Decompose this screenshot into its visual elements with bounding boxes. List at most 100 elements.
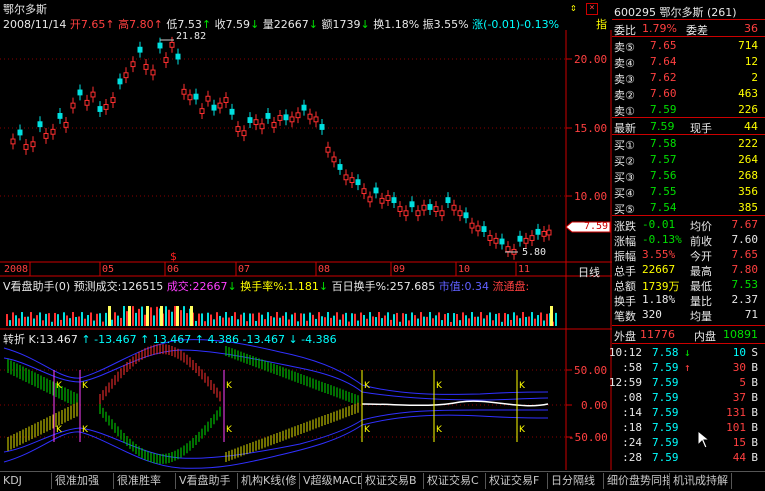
volume-panel-header: V看盘助手(0) 预测成交:126515 成交:22667↓ 换手率%:1.18… bbox=[3, 280, 530, 293]
tab-2[interactable]: 很准胜率 bbox=[114, 473, 176, 489]
tab-10[interactable]: 细价盘势同指 bbox=[604, 473, 670, 489]
stat-value: 1.18% bbox=[642, 293, 676, 306]
sell-volume: 226 bbox=[738, 103, 758, 116]
period-label[interactable]: 日线 bbox=[578, 264, 600, 280]
indicator-tab-bar: KDJ 很准加强 很准胜率 V看盘助手 机构K线(修 V超级MACD 权证交易B 权证交易C 权… bbox=[0, 471, 765, 491]
sell-volume: 463 bbox=[738, 87, 758, 100]
date-09: 09 bbox=[393, 264, 406, 275]
ind-y-0: 0.00 bbox=[581, 399, 608, 412]
stat-label: 涨跌 bbox=[614, 220, 636, 233]
tick-row: 10:12 7.58 ↓ 10 S bbox=[609, 346, 760, 361]
stat-value: 3.55% bbox=[642, 248, 676, 261]
stat-label: 均价 bbox=[690, 220, 712, 233]
indicator-title: 转折 bbox=[3, 333, 25, 346]
tab-8[interactable]: 权证交易F bbox=[486, 473, 548, 489]
tick-time: 12:59 bbox=[608, 376, 642, 389]
stat-value: 7.65 bbox=[731, 248, 759, 261]
stat-row: 涨跌 -0.01 均价 7.67 bbox=[614, 218, 760, 233]
tick-price: 7.59 bbox=[652, 376, 679, 389]
buy-row: 买④ 7.55 356 bbox=[614, 185, 760, 200]
indicator-lines: KKKKKKKKKKKK bbox=[3, 339, 549, 469]
tab-4[interactable]: 机构K线(修 bbox=[238, 473, 300, 489]
tick-row: :18 7.59 101 B bbox=[614, 421, 760, 436]
svg-text:K: K bbox=[519, 425, 526, 435]
y-label-10: 10.00 bbox=[574, 190, 608, 203]
event-marker-icon: $ bbox=[170, 250, 177, 263]
tick-price: 7.59 bbox=[652, 406, 679, 419]
tick-time: 10:12 bbox=[608, 346, 642, 359]
tick-side: B bbox=[751, 451, 758, 464]
price-chart[interactable]: $ KKKKKKKKKKKK bbox=[0, 30, 612, 471]
tick-row: :24 7.59 15 B bbox=[614, 436, 760, 451]
tick-price: 7.59 bbox=[652, 391, 679, 404]
stat-row: 涨幅 -0.13% 前收 7.60 bbox=[614, 233, 760, 248]
tick-volume: 15 bbox=[732, 436, 746, 449]
tick-row: :58 7.59 ↑ 30 B bbox=[614, 361, 760, 376]
tab-1[interactable]: 很准加强 bbox=[52, 473, 114, 489]
tick-volume: 30 bbox=[732, 361, 746, 374]
tab-5[interactable]: V超级MACD bbox=[300, 473, 362, 489]
buy-volume: 385 bbox=[738, 201, 758, 214]
mouse-cursor-icon bbox=[698, 431, 710, 449]
buy-price: 7.56 bbox=[650, 169, 677, 182]
buy-price: 7.57 bbox=[650, 153, 677, 166]
svg-text:K: K bbox=[56, 425, 63, 435]
low-marker-label: 5.80 bbox=[522, 247, 547, 258]
tick-side: S bbox=[751, 346, 758, 359]
sell-row: 卖⑤ 7.65 714 bbox=[614, 39, 760, 54]
sell-price: 7.60 bbox=[650, 87, 677, 100]
stat-value: 2.37 bbox=[731, 293, 759, 306]
svg-text:K: K bbox=[226, 425, 233, 435]
tick-price: 7.59 bbox=[652, 436, 679, 449]
high-marker-label: 21.82 bbox=[176, 31, 207, 42]
tab-6[interactable]: 权证交易B bbox=[362, 473, 424, 489]
indicator-values: ↑ -13.467 ↑ 13.467 ↑ 4.386 -13.467 ↓ -4.… bbox=[81, 333, 337, 346]
stat-label: 振幅 bbox=[614, 250, 636, 263]
tick-volume: 131 bbox=[726, 406, 746, 419]
tick-row: 12:59 7.59 5 B bbox=[609, 376, 760, 391]
tick-side: B bbox=[751, 376, 758, 389]
pin-icon[interactable]: ⇕ bbox=[570, 1, 577, 14]
stat-value: 22667 bbox=[642, 263, 676, 276]
tick-price: 7.58 bbox=[652, 346, 679, 359]
tab-0[interactable]: KDJ bbox=[0, 473, 52, 489]
volume-value: 成交:22667 bbox=[166, 280, 228, 293]
tab-9[interactable]: 日分隔线 bbox=[548, 473, 604, 489]
tick-volume: 5 bbox=[739, 376, 746, 389]
buy-label: 买③ bbox=[614, 171, 635, 184]
close-icon[interactable]: × bbox=[586, 3, 598, 15]
tick-side: B bbox=[751, 421, 758, 434]
stat-label: 换手 bbox=[614, 295, 636, 308]
stock-code: 600295 bbox=[614, 6, 656, 19]
outer-inner-row: 外盘 11776 内盘 10891 bbox=[614, 328, 758, 343]
stat-label: 前收 bbox=[690, 235, 712, 248]
tab-7[interactable]: 权证交易C bbox=[424, 473, 486, 489]
date-11: 11 bbox=[518, 264, 531, 275]
ind-y-neg50: -50.00 bbox=[568, 431, 608, 444]
indicator-panel-header: 转折 K:13.467 ↑ -13.467 ↑ 13.467 ↑ 4.386 -… bbox=[3, 331, 337, 347]
turnover-rate: 换手率%:1.181 bbox=[240, 280, 319, 293]
date-07: 07 bbox=[238, 264, 251, 275]
sell-row: 卖② 7.60 463 bbox=[614, 87, 760, 102]
tick-side: B bbox=[751, 436, 758, 449]
stat-label: 总手 bbox=[614, 265, 636, 278]
buy-label: 买④ bbox=[614, 187, 635, 200]
weibi-row: 委比 1.79% 委差 36 bbox=[614, 22, 758, 37]
tick-price: 7.59 bbox=[652, 421, 679, 434]
date-2008: 2008 bbox=[4, 264, 29, 275]
stat-label: 总额 bbox=[614, 280, 636, 293]
stat-row: 总手 22667 最高 7.80 bbox=[614, 263, 760, 278]
tab-11[interactable]: 机讯成持解 bbox=[670, 473, 732, 489]
latest-row: 最新 7.59 现手 44 bbox=[614, 120, 758, 135]
stat-row: 总额 1739万 最低 7.53 bbox=[614, 278, 760, 293]
stat-value: 320 bbox=[642, 308, 662, 321]
sell-volume: 714 bbox=[738, 39, 758, 52]
tick-volume: 101 bbox=[726, 421, 746, 434]
tick-time: :18 bbox=[622, 421, 642, 434]
volume-panel-title: V看盘助手(0) bbox=[3, 280, 71, 293]
tab-3[interactable]: V看盘助手 bbox=[176, 473, 238, 489]
tick-time: :14 bbox=[622, 406, 642, 419]
stat-value: 1739万 bbox=[642, 280, 680, 293]
svg-text:K: K bbox=[436, 425, 443, 435]
candlestick-series bbox=[10, 36, 552, 260]
